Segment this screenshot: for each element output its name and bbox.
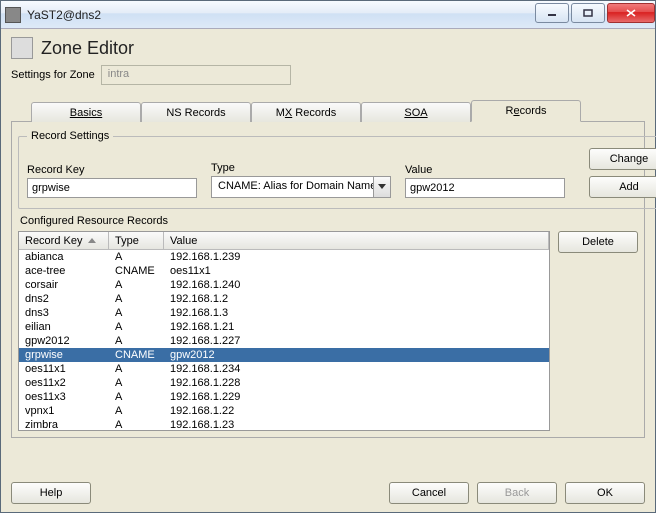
record-key-input[interactable] bbox=[27, 178, 197, 198]
sort-asc-icon bbox=[88, 238, 96, 243]
maximize-button[interactable] bbox=[571, 3, 605, 23]
table-row[interactable]: grpwiseCNAMEgpw2012 bbox=[19, 348, 549, 362]
col-record-key[interactable]: Record Key bbox=[19, 232, 109, 249]
bottom-bar: Help Cancel Back OK bbox=[1, 474, 655, 512]
cell-key: corsair bbox=[19, 279, 109, 291]
record-key-label: Record Key bbox=[27, 164, 197, 176]
table-row[interactable]: zimbraA192.168.1.23 bbox=[19, 418, 549, 430]
record-type-combo[interactable]: CNAME: Alias for Domain Name bbox=[211, 176, 391, 198]
cell-value: 192.168.1.234 bbox=[164, 363, 549, 375]
cell-key: oes11x3 bbox=[19, 391, 109, 403]
cell-type: A bbox=[109, 251, 164, 263]
col-value[interactable]: Value bbox=[164, 232, 549, 249]
record-type-label: Type bbox=[211, 162, 391, 174]
col-type[interactable]: Type bbox=[109, 232, 164, 249]
table-row[interactable]: eilianA192.168.1.21 bbox=[19, 320, 549, 334]
record-settings-fieldset: Record Settings Record Key Type CNAME: A… bbox=[18, 130, 656, 209]
table-row[interactable]: gpw2012A192.168.1.227 bbox=[19, 334, 549, 348]
tabstrip: Basics NS Records MX Records SOA Records bbox=[11, 99, 645, 122]
cell-value: 192.168.1.229 bbox=[164, 391, 549, 403]
tab-records[interactable]: Records bbox=[471, 100, 581, 122]
page-title: Zone Editor bbox=[41, 38, 134, 59]
cell-value: 192.168.1.3 bbox=[164, 307, 549, 319]
cell-value: gpw2012 bbox=[164, 349, 549, 361]
table-row[interactable]: oes11x1A192.168.1.234 bbox=[19, 362, 549, 376]
help-button[interactable]: Help bbox=[11, 482, 91, 504]
cell-value: 192.168.1.240 bbox=[164, 279, 549, 291]
zone-editor-icon bbox=[11, 37, 33, 59]
cell-key: zimbra bbox=[19, 419, 109, 430]
cell-type: A bbox=[109, 377, 164, 389]
cell-key: eilian bbox=[19, 321, 109, 333]
cell-key: gpw2012 bbox=[19, 335, 109, 347]
table-row[interactable]: dns3A192.168.1.3 bbox=[19, 306, 549, 320]
cell-type: A bbox=[109, 321, 164, 333]
cell-type: A bbox=[109, 293, 164, 305]
cell-type: A bbox=[109, 405, 164, 417]
settings-for-zone-label: Settings for Zone bbox=[11, 69, 95, 81]
table-row[interactable]: oes11x2A192.168.1.228 bbox=[19, 376, 549, 390]
cell-value: 192.168.1.227 bbox=[164, 335, 549, 347]
titlebar: YaST2@dns2 bbox=[1, 1, 655, 29]
record-type-value: CNAME: Alias for Domain Name bbox=[211, 176, 373, 198]
cell-type: A bbox=[109, 279, 164, 291]
cell-key: vpnx1 bbox=[19, 405, 109, 417]
table-header: Record Key Type Value bbox=[19, 232, 549, 250]
tab-ns-records[interactable]: NS Records bbox=[141, 102, 251, 122]
tab-mx-records[interactable]: MX Records bbox=[251, 102, 361, 122]
cell-type: CNAME bbox=[109, 349, 164, 361]
cell-key: dns3 bbox=[19, 307, 109, 319]
zone-name-field: intra bbox=[101, 65, 291, 85]
record-value-label: Value bbox=[405, 164, 565, 176]
table-row[interactable]: ace-treeCNAMEoes11x1 bbox=[19, 264, 549, 278]
back-button[interactable]: Back bbox=[477, 482, 557, 504]
records-table[interactable]: Record Key Type Value abiancaA192.168.1.… bbox=[18, 231, 550, 431]
ok-button[interactable]: OK bbox=[565, 482, 645, 504]
cell-key: oes11x1 bbox=[19, 363, 109, 375]
change-button[interactable]: Change bbox=[589, 148, 656, 170]
cell-value: 192.168.1.2 bbox=[164, 293, 549, 305]
cell-value: 192.168.1.21 bbox=[164, 321, 549, 333]
table-row[interactable]: abiancaA192.168.1.239 bbox=[19, 250, 549, 264]
record-settings-legend: Record Settings bbox=[27, 130, 113, 142]
table-row[interactable]: oes11x3A192.168.1.229 bbox=[19, 390, 549, 404]
cell-type: A bbox=[109, 307, 164, 319]
cell-key: oes11x2 bbox=[19, 377, 109, 389]
yast-window: YaST2@dns2 Zone Editor Settings for Zone… bbox=[0, 0, 656, 513]
cell-type: A bbox=[109, 419, 164, 430]
close-button[interactable] bbox=[607, 3, 655, 23]
configured-records-label: Configured Resource Records bbox=[20, 215, 638, 227]
delete-button[interactable]: Delete bbox=[558, 231, 638, 253]
tab-soa[interactable]: SOA bbox=[361, 102, 471, 122]
minimize-button[interactable] bbox=[535, 3, 569, 23]
cell-type: A bbox=[109, 363, 164, 375]
cell-value: 192.168.1.22 bbox=[164, 405, 549, 417]
cell-type: A bbox=[109, 391, 164, 403]
window-title: YaST2@dns2 bbox=[27, 8, 101, 22]
tab-basics[interactable]: Basics bbox=[31, 102, 141, 122]
records-panel: Record Settings Record Key Type CNAME: A… bbox=[11, 122, 645, 438]
cell-type: A bbox=[109, 335, 164, 347]
cell-value: 192.168.1.23 bbox=[164, 419, 549, 430]
cell-key: dns2 bbox=[19, 293, 109, 305]
cancel-button[interactable]: Cancel bbox=[389, 482, 469, 504]
table-row[interactable]: dns2A192.168.1.2 bbox=[19, 292, 549, 306]
table-row[interactable]: corsairA192.168.1.240 bbox=[19, 278, 549, 292]
cell-key: abianca bbox=[19, 251, 109, 263]
chevron-down-icon[interactable] bbox=[373, 176, 391, 198]
cell-type: CNAME bbox=[109, 265, 164, 277]
add-button[interactable]: Add bbox=[589, 176, 656, 198]
cell-key: grpwise bbox=[19, 349, 109, 361]
record-value-input[interactable] bbox=[405, 178, 565, 198]
cell-key: ace-tree bbox=[19, 265, 109, 277]
app-icon bbox=[5, 7, 21, 23]
table-row[interactable]: vpnx1A192.168.1.22 bbox=[19, 404, 549, 418]
cell-value: oes11x1 bbox=[164, 265, 549, 277]
cell-value: 192.168.1.239 bbox=[164, 251, 549, 263]
cell-value: 192.168.1.228 bbox=[164, 377, 549, 389]
